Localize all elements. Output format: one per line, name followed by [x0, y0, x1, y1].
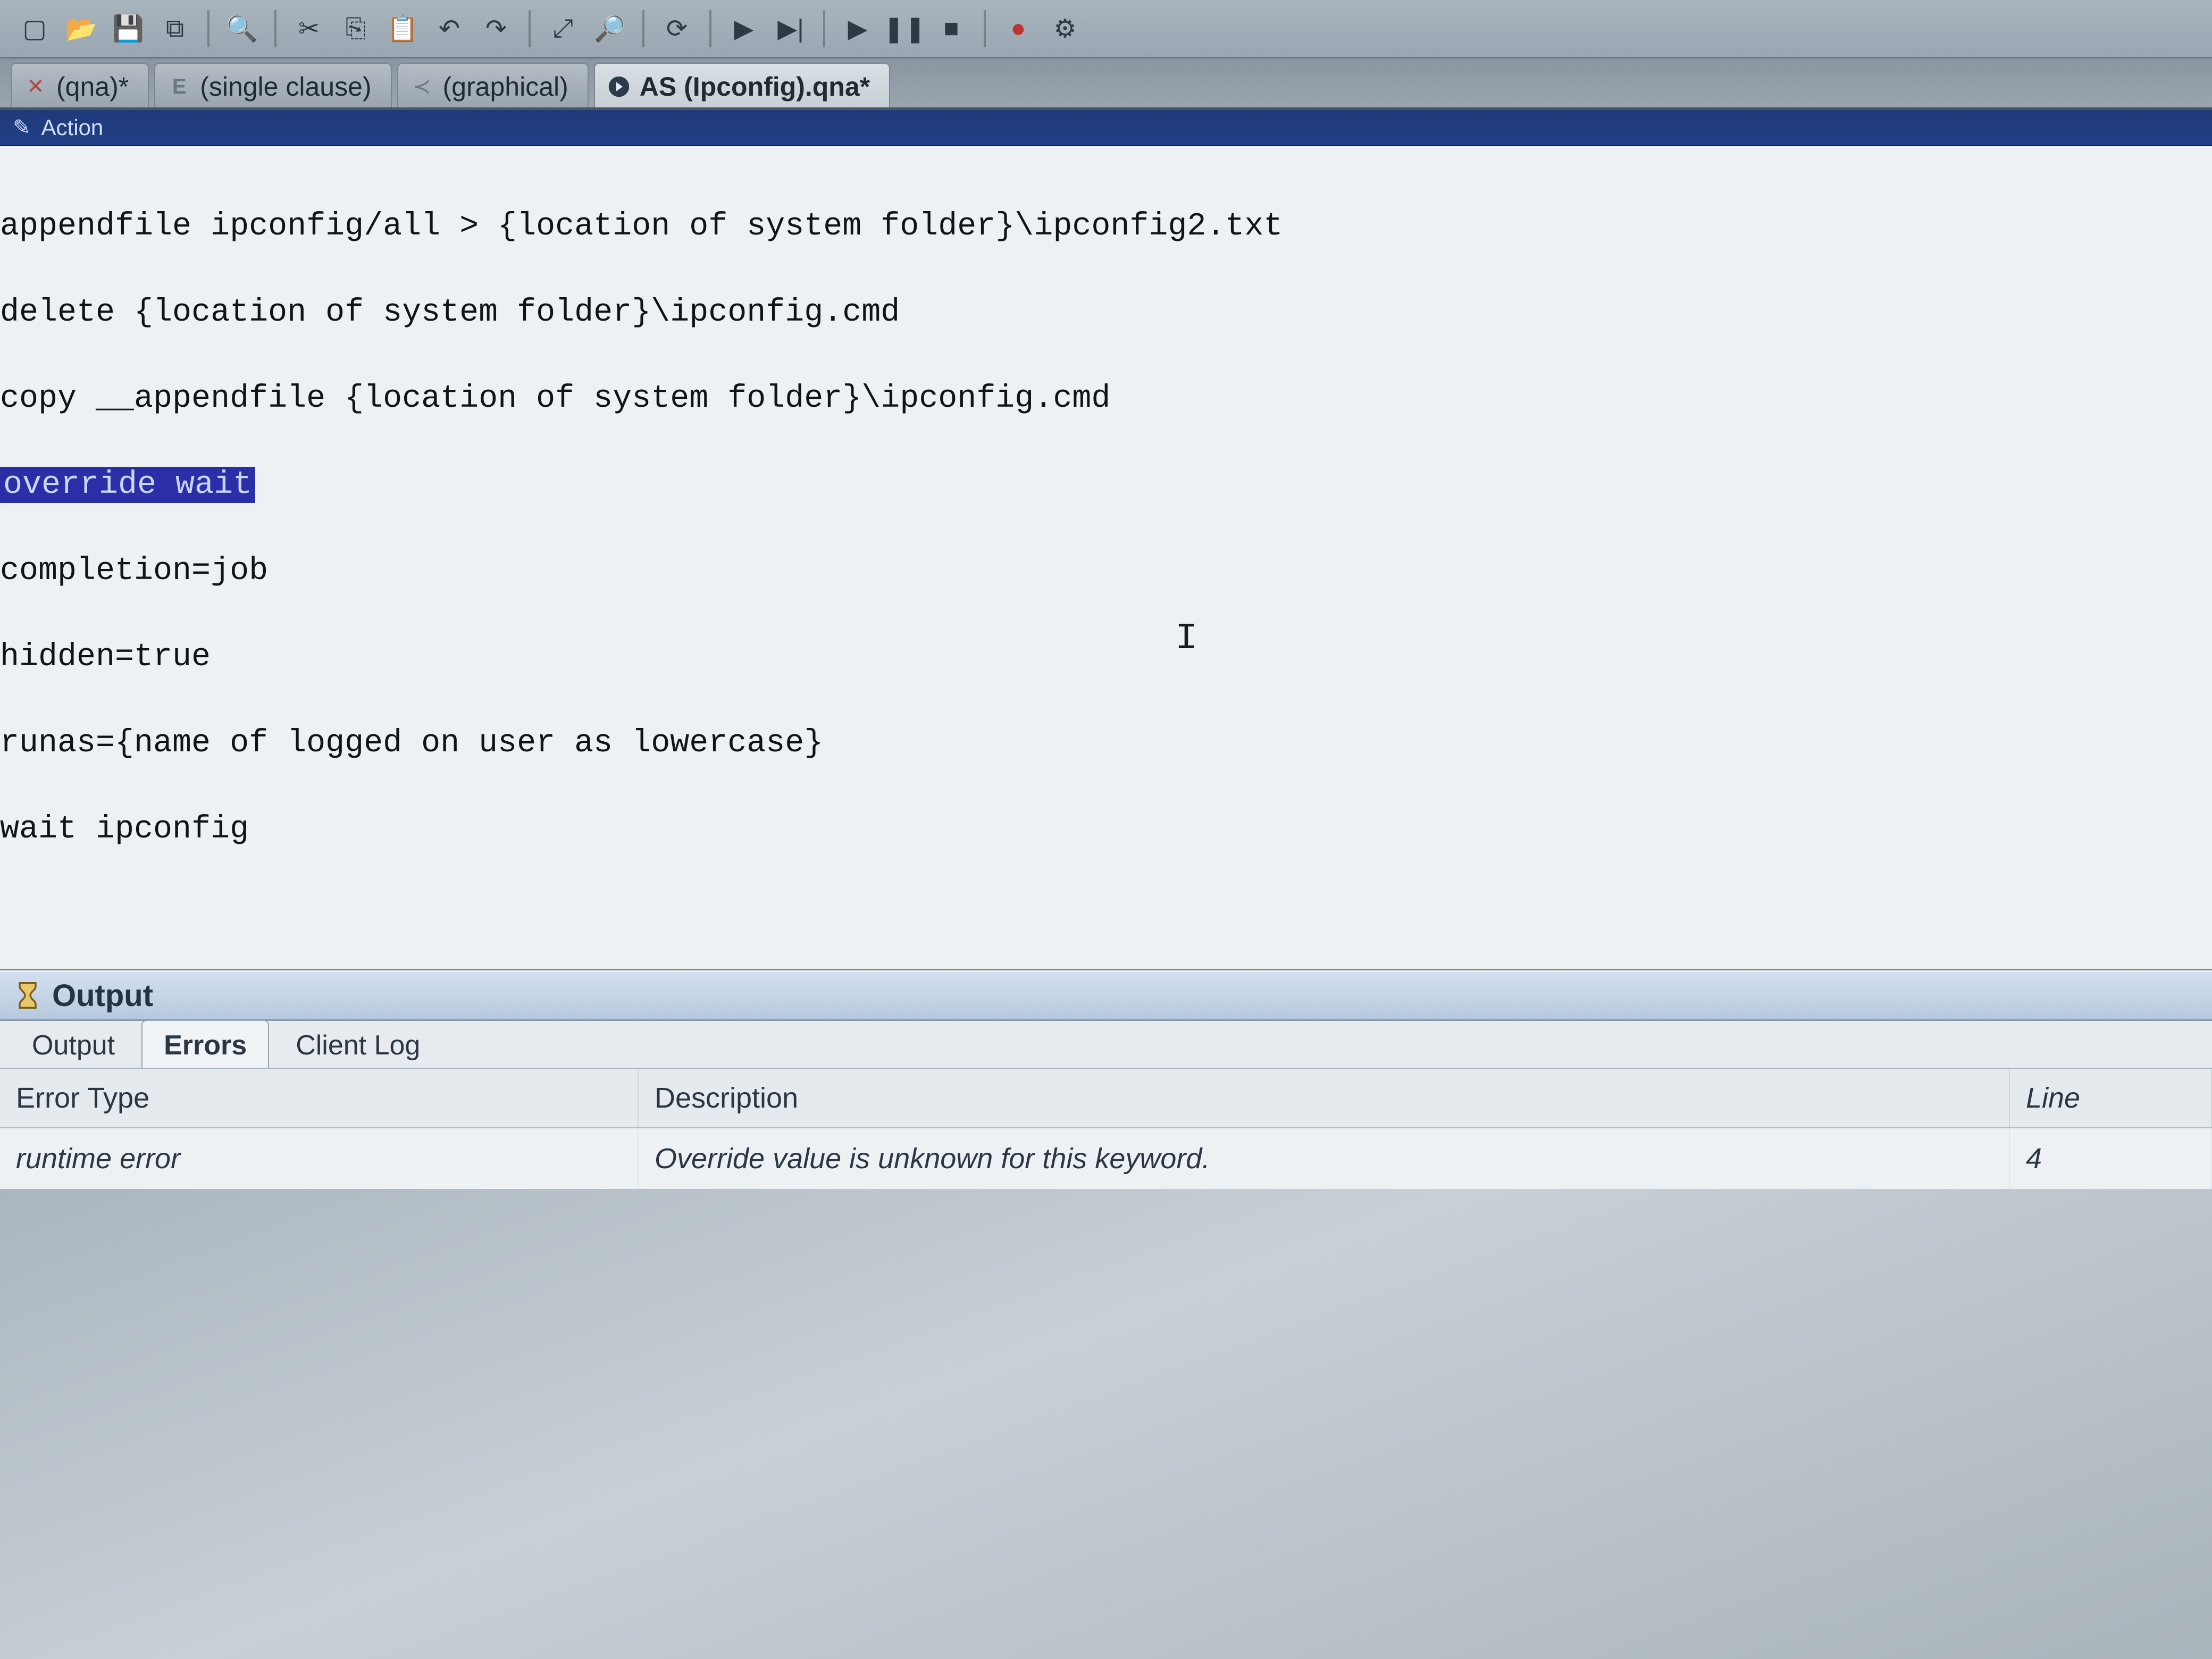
output-panel-header[interactable]: Output	[0, 970, 2212, 1021]
code-line: appendfile ipconfig/all > {location of s…	[0, 205, 2212, 248]
tab-label: (qna)*	[56, 71, 129, 102]
save-all-icon[interactable]: ⧉	[156, 10, 194, 47]
tab-graphical[interactable]: ≺ (graphical)	[397, 63, 589, 107]
tab-qna[interactable]: ✕ (qna)*	[11, 63, 149, 107]
editor-title-bar: ✎ Action	[0, 109, 2212, 146]
tab-label: (single clause)	[200, 71, 371, 102]
app-window: ▢ 📂 💾 ⧉ 🔍 ✂ ⎘ 📋 ↶ ↷ ⤢ 🔎 ⟳ ▶ ▶| ▶ ❚❚ ■ ● …	[0, 0, 2212, 1659]
output-panel-title: Output	[52, 978, 153, 1013]
toolbar-separator	[823, 10, 825, 47]
tab-as-ipconfig[interactable]: AS (Ipconfig).qna*	[594, 63, 890, 107]
table-row[interactable]: runtime error Override value is unknown …	[0, 1128, 2211, 1189]
col-error-type[interactable]: Error Type	[0, 1069, 638, 1128]
open-file-icon[interactable]: 📂	[63, 10, 100, 47]
table-header-row: Error Type Description Line	[0, 1069, 2211, 1128]
cut-icon[interactable]: ✂	[290, 10, 328, 47]
action-script-editor[interactable]: appendfile ipconfig/all > {location of s…	[0, 146, 2212, 970]
toolbar-separator	[274, 10, 276, 47]
code-line: runas={name of logged on user as lowerca…	[0, 722, 2212, 765]
zoom-icon[interactable]: 🔎	[591, 10, 629, 47]
zoom-fit-icon[interactable]: ⤢	[544, 10, 582, 47]
code-line: completion=job	[0, 550, 2212, 593]
subtab-output[interactable]: Output	[10, 1020, 137, 1068]
tab-label: AS (Ipconfig).qna*	[640, 71, 870, 102]
toolbar-separator	[529, 10, 531, 47]
code-line-selected: override wait	[0, 464, 2212, 507]
code-line: delete {location of system folder}\ipcon…	[0, 291, 2212, 334]
save-icon[interactable]: 💾	[110, 10, 147, 47]
editor-tabstrip: ✕ (qna)* E (single clause) ≺ (graphical)…	[0, 58, 2212, 109]
cell-error-type: runtime error	[0, 1128, 638, 1189]
pause-icon[interactable]: ❚❚	[886, 10, 923, 47]
wand-icon: ✎	[13, 115, 31, 140]
errors-table: Error Type Description Line runtime erro…	[0, 1069, 2212, 1189]
col-description[interactable]: Description	[638, 1069, 2009, 1128]
refresh-icon[interactable]: ⟳	[658, 10, 696, 47]
play-icon[interactable]: ▶	[839, 10, 876, 47]
toolbar-separator	[709, 10, 711, 47]
relevance-icon: ≺	[411, 76, 433, 98]
x-icon: ✕	[24, 76, 47, 98]
paste-icon[interactable]: 📋	[384, 10, 421, 47]
arrow-right-circle-icon	[608, 76, 630, 98]
subtab-errors[interactable]: Errors	[141, 1020, 269, 1068]
cell-line: 4	[2009, 1128, 2211, 1189]
e-icon: E	[168, 76, 190, 98]
subtab-client-log[interactable]: Client Log	[273, 1020, 442, 1068]
code-line: hidden=true	[0, 636, 2212, 679]
hourglass-icon	[15, 979, 40, 1011]
editor-bar-title: Action	[41, 115, 104, 140]
run-icon[interactable]: ▶	[725, 10, 763, 47]
cell-description: Override value is unknown for this keywo…	[638, 1128, 2009, 1189]
search-icon[interactable]: 🔍	[223, 10, 261, 47]
macro-icon[interactable]: ⚙	[1046, 10, 1084, 47]
toolbar-separator	[642, 10, 644, 47]
new-file-icon[interactable]: ▢	[16, 10, 53, 47]
code-line: copy __appendfile {location of system fo…	[0, 378, 2212, 421]
undo-icon[interactable]: ↶	[431, 10, 468, 47]
text-caret-icon: I	[1175, 614, 1197, 665]
code-line: wait ipconfig	[0, 808, 2212, 851]
col-line[interactable]: Line	[2009, 1069, 2211, 1128]
text-selection: override wait	[0, 467, 255, 503]
tab-label: (graphical)	[443, 71, 568, 102]
stop-icon[interactable]: ■	[933, 10, 970, 47]
main-toolbar: ▢ 📂 💾 ⧉ 🔍 ✂ ⎘ 📋 ↶ ↷ ⤢ 🔎 ⟳ ▶ ▶| ▶ ❚❚ ■ ● …	[0, 0, 2212, 58]
toolbar-separator	[207, 10, 210, 47]
record-icon[interactable]: ●	[1000, 10, 1037, 47]
toolbar-separator	[984, 10, 986, 47]
tab-single-clause[interactable]: E (single clause)	[154, 63, 391, 107]
output-panel: Output Output Errors Client Log Error Ty…	[0, 970, 2212, 1189]
run-step-icon[interactable]: ▶|	[772, 10, 809, 47]
redo-icon[interactable]: ↷	[477, 10, 515, 47]
copy-icon[interactable]: ⎘	[337, 10, 374, 47]
output-subtabs: Output Errors Client Log	[0, 1021, 2212, 1069]
